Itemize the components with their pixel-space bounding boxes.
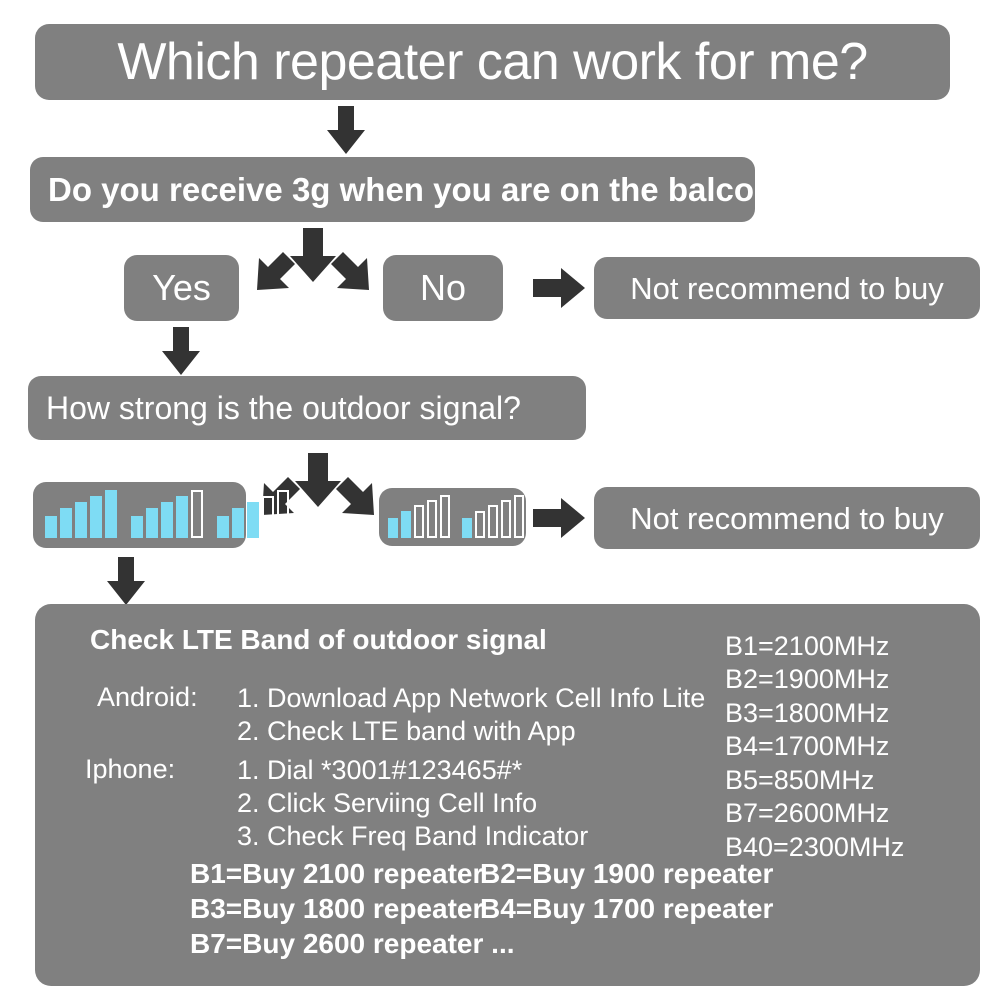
android-instructions: Android: 1. Download App Network Cell In…	[97, 682, 705, 748]
signal-bar-filled	[388, 518, 398, 538]
signal-bar-filled	[247, 502, 259, 538]
buy-recommendation: B4=Buy 1700 repeater	[480, 893, 774, 924]
strong-signal-indicator	[33, 482, 289, 548]
android-label: Android:	[97, 682, 198, 712]
signal-bar-filled	[176, 496, 188, 538]
arrow-down-yes-to-question2	[155, 327, 207, 375]
iphone-instructions: Iphone: 1. Dial *3001#123465#* 2. Click …	[85, 754, 588, 853]
signal-bar-empty	[440, 495, 450, 538]
buy-row: B3=Buy 1800 repeater B4=Buy 1700 repeate…	[190, 891, 773, 926]
signal-bar-empty	[475, 511, 485, 538]
band-entry: B4=1700MHz	[725, 731, 890, 762]
buy-row: B7=Buy 2600 repeater ...	[190, 926, 773, 961]
arrow-right-weak-to-not-recommend	[533, 495, 585, 541]
question2-label: How strong is the outdoor signal?	[46, 390, 521, 426]
arrow-right-no-to-not-recommend	[533, 265, 585, 311]
answer-no: No	[383, 255, 503, 321]
buy-recommendation: B7=Buy 2600 repeater ...	[190, 928, 515, 959]
detail-panel: Check LTE Band of outdoor signal Android…	[35, 604, 980, 986]
band-entry: B2=1900MHz	[725, 664, 890, 695]
answer-no-label: No	[419, 267, 467, 308]
band-entry: B1=2100MHz	[725, 631, 890, 661]
signal-bar-filled	[462, 518, 472, 538]
signal-bar-empty	[488, 505, 498, 538]
signal-bar-filled	[217, 516, 229, 538]
arrow-down-title-to-question1	[320, 106, 372, 154]
signal-bar-filled	[401, 511, 411, 538]
signal-bar-filled	[60, 508, 72, 538]
title-banner: Which repeater can work for me?	[35, 24, 950, 100]
outcome-not-recommend-2: Not recommend to buy	[594, 487, 980, 549]
buy-row: B1=Buy 2100 repeater B2=Buy 1900 repeate…	[190, 856, 773, 891]
outcome-not-recommend-1-label: Not recommend to buy	[630, 270, 944, 306]
answer-yes: Yes	[124, 255, 239, 321]
signal-bar-group	[462, 495, 524, 538]
iphone-step: 1. Dial *3001#123465#*	[237, 755, 523, 785]
arrow-down-strong-to-detail	[100, 557, 152, 605]
signal-bar-filled	[90, 496, 102, 538]
signal-bar-empty	[427, 500, 437, 538]
iphone-step: 2. Click Serviing Cell Info	[237, 787, 538, 818]
signal-bar-empty	[414, 505, 424, 538]
answer-yes-label: Yes	[152, 267, 211, 308]
signal-bar-empty	[191, 490, 203, 538]
iphone-step: 3. Check Freq Band Indicator	[237, 820, 589, 851]
buy-recommendation: B1=Buy 2100 repeater	[190, 858, 484, 889]
signal-bar-group	[388, 495, 450, 538]
signal-bar-group	[131, 490, 203, 538]
signal-bar-filled	[105, 490, 117, 538]
detail-heading: Check LTE Band of outdoor signal	[90, 624, 547, 655]
outcome-not-recommend-2-label: Not recommend to buy	[630, 500, 944, 536]
band-entry: B7=2600MHz	[725, 798, 890, 829]
signal-bar-group	[45, 490, 117, 538]
android-step: 1. Download App Network Cell Info Lite	[237, 683, 706, 713]
signal-bar-filled	[131, 516, 143, 538]
signal-bar-empty	[501, 500, 511, 538]
outcome-not-recommend-1: Not recommend to buy	[594, 257, 980, 319]
signal-bar-empty	[514, 495, 524, 538]
question1-label: Do you receive 3g when you are on the ba…	[48, 171, 832, 208]
signal-bar-empty	[277, 490, 289, 538]
buy-recommendation: B2=Buy 1900 repeater	[480, 858, 774, 889]
android-step: 2. Check LTE band with App	[237, 715, 576, 746]
android-steps: 1. Download App Network Cell Info Lite 2…	[237, 682, 705, 748]
signal-bar-filled	[161, 502, 173, 538]
page-title: Which repeater can work for me?	[117, 33, 868, 91]
signal-bar-group	[217, 490, 289, 538]
question-outdoor-signal-strength: How strong is the outdoor signal?	[28, 376, 586, 440]
iphone-label: Iphone:	[85, 754, 176, 784]
buy-recommendation: B3=Buy 1800 repeater	[190, 893, 484, 924]
buy-recommendation-list: B1=Buy 2100 repeater B2=Buy 1900 repeate…	[190, 856, 773, 961]
branch-arrows-question1	[243, 228, 383, 302]
question-balcony-3g: Do you receive 3g when you are on the ba…	[30, 157, 831, 222]
signal-bar-filled	[232, 508, 244, 538]
band-entry: B5=850MHz	[725, 764, 875, 795]
signal-bar-filled	[146, 508, 158, 538]
band-entry: B3=1800MHz	[725, 697, 890, 728]
signal-bar-filled	[45, 516, 57, 538]
signal-bar-empty	[262, 496, 274, 538]
flowchart-canvas: Which repeater can work for me? Do you r…	[0, 0, 1000, 1000]
iphone-steps: 1. Dial *3001#123465#* 2. Click Serviing…	[237, 754, 588, 853]
signal-bar-filled	[75, 502, 87, 538]
weak-signal-indicator	[379, 488, 526, 546]
lte-band-frequency-list: B1=2100MHz B2=1900MHz B3=1800MHz B4=1700…	[725, 630, 904, 864]
